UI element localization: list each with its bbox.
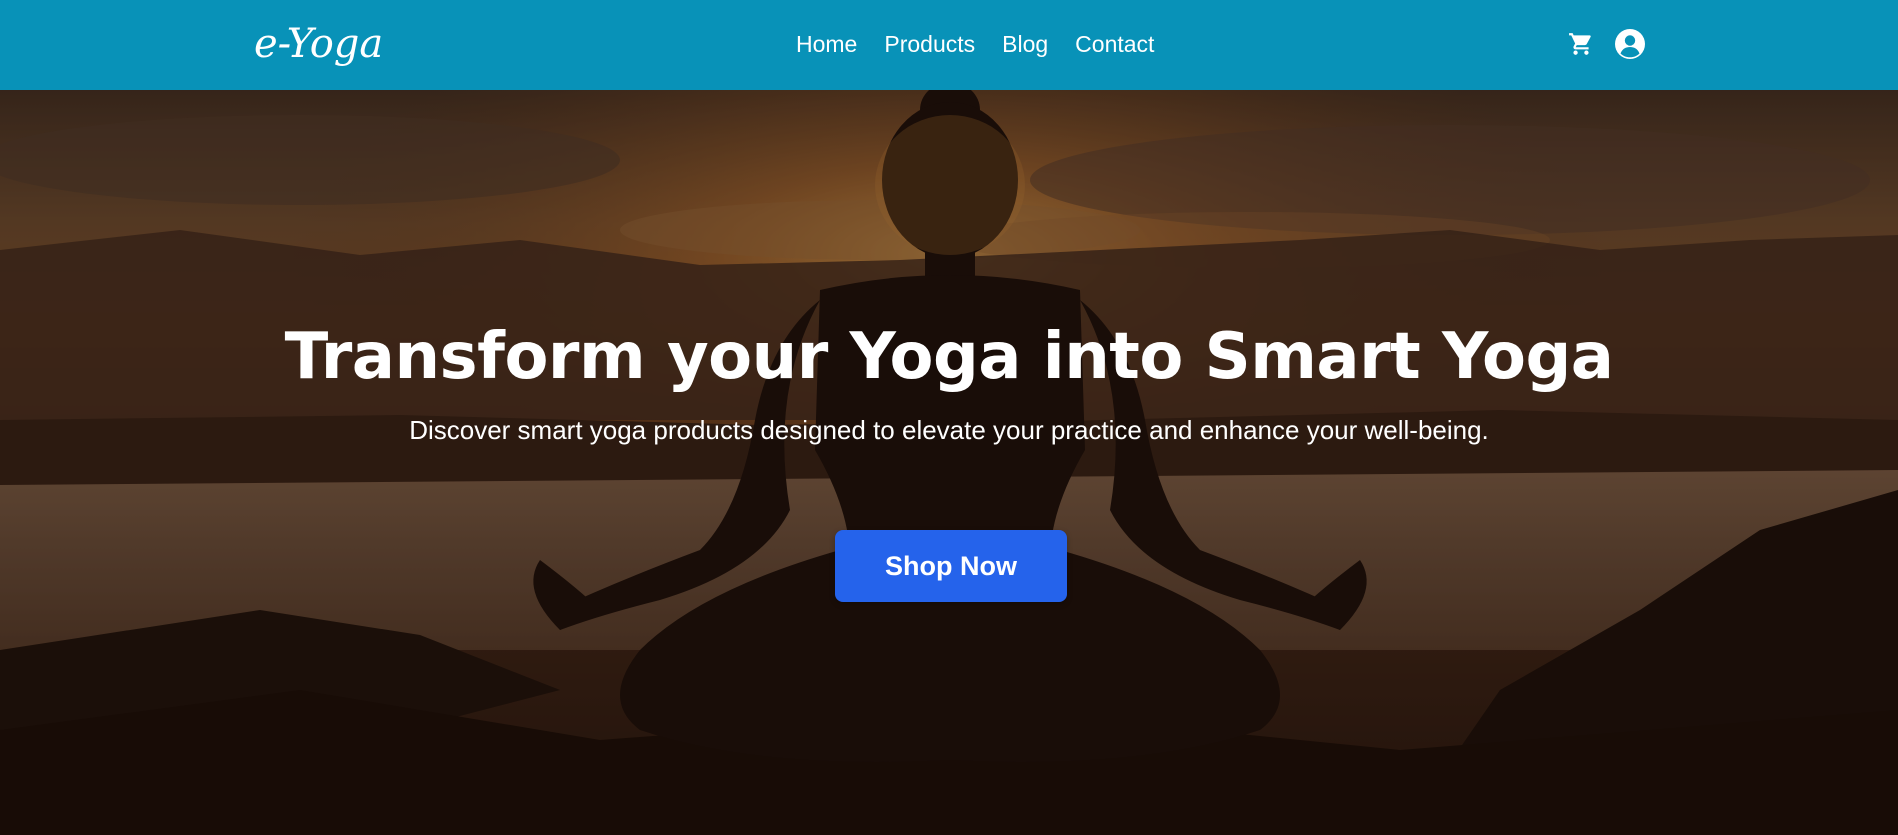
hero-section: Transform your Yoga into Smart Yoga Disc… [0, 90, 1898, 835]
shop-now-button[interactable]: Shop Now [835, 530, 1067, 602]
hero-subtitle: Discover smart yoga products designed to… [409, 415, 1489, 445]
navbar: e-Yoga Home Products Blog Contact [0, 0, 1898, 90]
hero-overlay [0, 90, 1898, 835]
user-account-icon[interactable] [1614, 28, 1646, 60]
nav-link-home[interactable]: Home [796, 28, 857, 60]
logo[interactable]: e-Yoga [254, 18, 383, 70]
cart-icon[interactable] [1568, 31, 1594, 57]
nav-links: Home Products Blog Contact [796, 28, 1154, 60]
nav-link-contact[interactable]: Contact [1075, 28, 1154, 60]
hero-title: Transform your Yoga into Smart Yoga [284, 320, 1614, 394]
nav-icons [1568, 28, 1646, 60]
nav-link-products[interactable]: Products [884, 28, 975, 60]
nav-link-blog[interactable]: Blog [1002, 28, 1048, 60]
landing-page: e-Yoga Home Products Blog Contact Transf… [0, 0, 1898, 835]
